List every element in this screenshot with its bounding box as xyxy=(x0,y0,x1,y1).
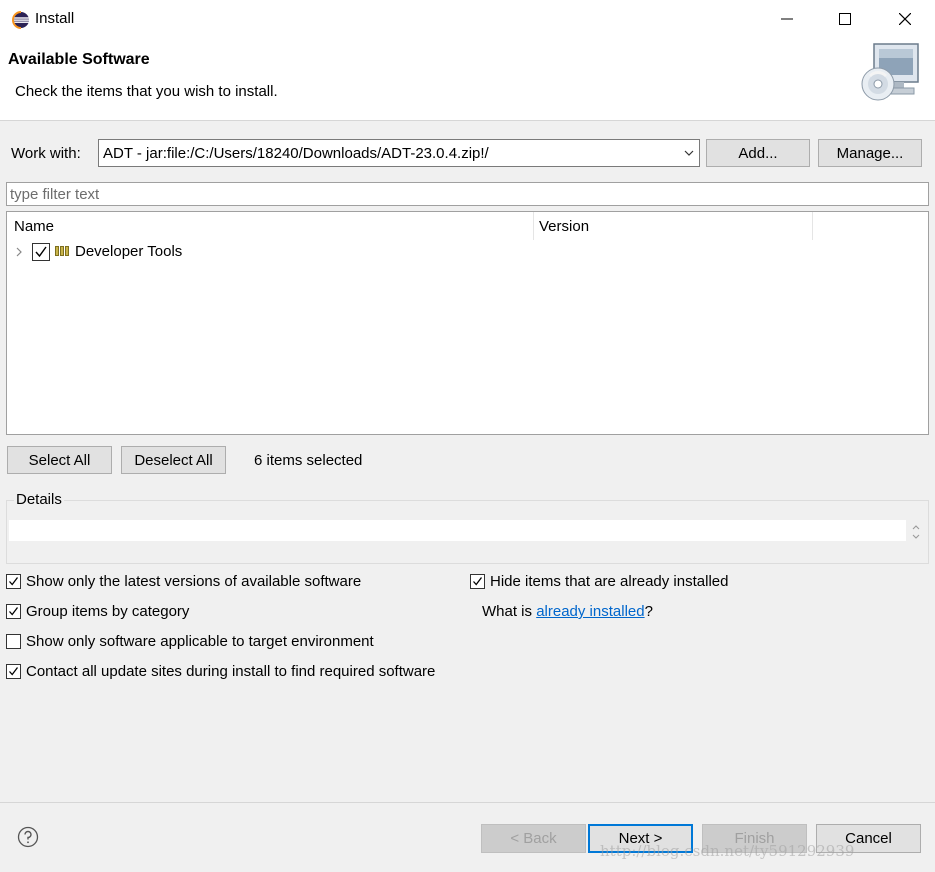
applicable-only-label: Show only software applicable to target … xyxy=(26,633,374,650)
finish-button[interactable]: Finish xyxy=(702,824,807,853)
maximize-icon xyxy=(839,13,851,25)
latest-versions-checkbox[interactable] xyxy=(6,574,21,589)
footer-separator xyxy=(0,802,935,803)
selection-count: 6 items selected xyxy=(254,452,363,469)
what-is-prefix: What is xyxy=(482,603,537,620)
details-group: Details xyxy=(6,491,929,564)
contact-all-sites-checkbox[interactable] xyxy=(6,664,21,679)
filter-field[interactable] xyxy=(6,182,929,206)
chevron-down-icon xyxy=(684,150,694,156)
checkmark-icon xyxy=(9,667,19,676)
eclipse-icon xyxy=(12,11,29,29)
title-bar: Install xyxy=(0,0,935,38)
details-label: Details xyxy=(14,491,64,508)
already-installed-link[interactable]: already installed xyxy=(536,603,644,620)
minimize-button[interactable] xyxy=(763,0,811,38)
feature-group-icon xyxy=(55,246,69,256)
help-icon[interactable] xyxy=(17,826,39,848)
checkmark-icon xyxy=(9,577,19,586)
group-by-category-label: Group items by category xyxy=(26,603,190,620)
software-tree[interactable]: Name Version Developer Tools xyxy=(6,211,929,435)
checkmark-icon xyxy=(35,246,47,258)
work-with-combo[interactable]: ADT - jar:file:/C:/Users/18240/Downloads… xyxy=(98,139,700,167)
filter-input[interactable] xyxy=(7,183,928,205)
next-button[interactable]: Next > xyxy=(588,824,693,853)
column-header-name[interactable]: Name xyxy=(7,212,534,240)
back-button[interactable]: < Back xyxy=(481,824,586,853)
add-button[interactable]: Add... xyxy=(706,139,810,167)
manage-button[interactable]: Manage... xyxy=(818,139,922,167)
developer-tools-checkbox[interactable] xyxy=(32,243,50,261)
cancel-button[interactable]: Cancel xyxy=(816,824,921,853)
tree-row[interactable]: Developer Tools xyxy=(7,240,928,264)
group-by-category-checkbox[interactable] xyxy=(6,604,21,619)
minimize-icon xyxy=(781,18,793,20)
install-software-icon xyxy=(861,43,919,101)
select-all-button[interactable]: Select All xyxy=(7,446,112,474)
work-with-value: ADT - jar:file:/C:/Users/18240/Downloads… xyxy=(103,145,489,162)
details-text[interactable] xyxy=(9,520,906,541)
developer-tools-label: Developer Tools xyxy=(75,243,183,260)
page-title: Available Software xyxy=(8,51,150,68)
checkmark-icon xyxy=(473,577,483,586)
deselect-all-button[interactable]: Deselect All xyxy=(121,446,226,474)
window-title: Install xyxy=(35,10,75,27)
work-with-label: Work with: xyxy=(11,145,81,162)
page-subtitle: Check the items that you wish to install… xyxy=(15,83,278,100)
hide-installed-checkbox[interactable] xyxy=(470,574,485,589)
close-icon xyxy=(899,13,911,25)
column-header-version[interactable]: Version xyxy=(532,212,813,240)
contact-all-sites-label: Contact all update sites during install … xyxy=(26,663,436,680)
wizard-header: Available Software Check the items that … xyxy=(0,38,935,121)
latest-versions-label: Show only the latest versions of availab… xyxy=(26,573,362,590)
hide-installed-label: Hide items that are already installed xyxy=(490,573,729,590)
checkmark-icon xyxy=(9,607,19,616)
what-is-suffix: ? xyxy=(644,603,653,620)
close-button[interactable] xyxy=(881,0,929,38)
applicable-only-checkbox[interactable] xyxy=(6,634,21,649)
maximize-button[interactable] xyxy=(821,0,869,38)
chevron-right-icon[interactable] xyxy=(15,247,23,257)
scroll-arrows-icon[interactable] xyxy=(910,521,922,543)
what-is-installed-line: What is already installed? xyxy=(482,603,653,620)
